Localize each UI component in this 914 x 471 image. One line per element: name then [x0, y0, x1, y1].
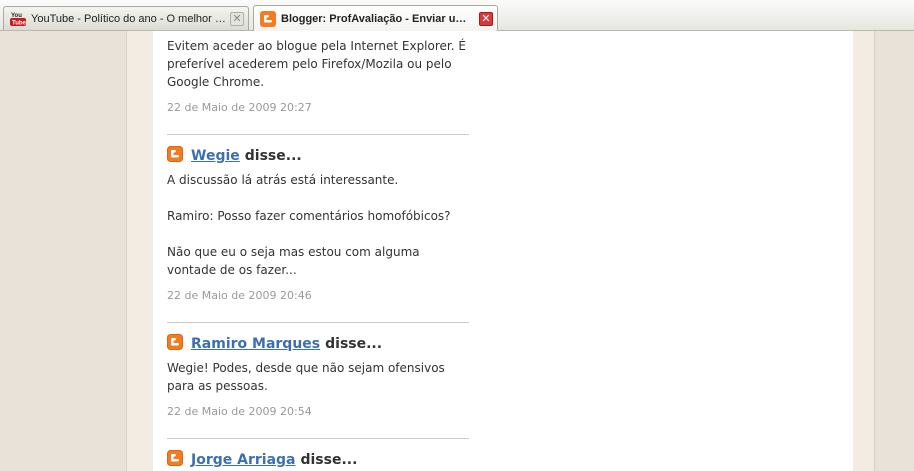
blogger-icon — [167, 146, 183, 162]
comment-author-line: Wegie disse... — [167, 146, 469, 166]
comment-divider — [167, 134, 469, 135]
comment-paragraph: Evitem aceder ao blogue pela Internet Ex… — [167, 39, 466, 89]
page-viewport: Evitem aceder ao blogue pela Internet Ex… — [0, 31, 914, 471]
comment-paragraph: Wegie! Podes, desde que não sejam ofensi… — [167, 361, 445, 393]
comment-text: A discussão lá atrás está interessante. … — [167, 171, 469, 279]
blogger-icon — [167, 450, 183, 466]
comment-text: Evitem aceder ao blogue pela Internet Ex… — [167, 31, 469, 91]
youtube-icon: You Tube — [10, 11, 26, 27]
says-label: disse... — [244, 148, 302, 164]
comment-timestamp[interactable]: 22 de Maio de 2009 20:54 — [167, 405, 469, 418]
comment-author-line: Ramiro Marques disse... — [167, 334, 469, 354]
tab-title: Blogger: ProfAvaliação - Enviar um comen… — [281, 12, 475, 25]
comment-author-line: Jorge Arriaga disse... — [167, 450, 469, 470]
comment-divider — [167, 322, 469, 323]
svg-text:Tube: Tube — [12, 20, 26, 26]
comment-paragraph: Ramiro: Posso fazer comentários homofóbi… — [167, 209, 451, 223]
tab-youtube[interactable]: You Tube YouTube - Político do ano - O m… — [3, 6, 249, 30]
blogger-icon — [167, 334, 183, 350]
comment-timestamp[interactable]: 22 de Maio de 2009 20:46 — [167, 289, 469, 302]
says-label: disse... — [300, 452, 358, 468]
comment-text: Wegie! Podes, desde que não sejam ofensi… — [167, 359, 469, 395]
comment-paragraph: A discussão lá atrás está interessante. — [167, 173, 399, 187]
close-icon[interactable]: ✕ — [230, 11, 244, 26]
tab-blogger[interactable]: Blogger: ProfAvaliação - Enviar um comen… — [253, 5, 498, 31]
tab-strip: You Tube YouTube - Político do ano - O m… — [0, 0, 914, 31]
author-link[interactable]: Jorge Arriaga — [191, 452, 295, 468]
comment-paragraph: Não que eu o seja mas estou com alguma v… — [167, 245, 420, 277]
says-label: disse... — [325, 336, 383, 352]
comment-divider — [167, 438, 469, 439]
comment-timestamp[interactable]: 22 de Maio de 2009 20:27 — [167, 101, 469, 114]
tab-title: YouTube - Político do ano - O melhor do.… — [31, 12, 226, 25]
close-icon[interactable]: ✕ — [479, 11, 493, 26]
comment-list: Evitem aceder ao blogue pela Internet Ex… — [167, 31, 469, 471]
blogger-icon — [260, 10, 276, 27]
author-link[interactable]: Ramiro Marques — [191, 336, 320, 352]
author-link[interactable]: Wegie — [191, 148, 240, 164]
